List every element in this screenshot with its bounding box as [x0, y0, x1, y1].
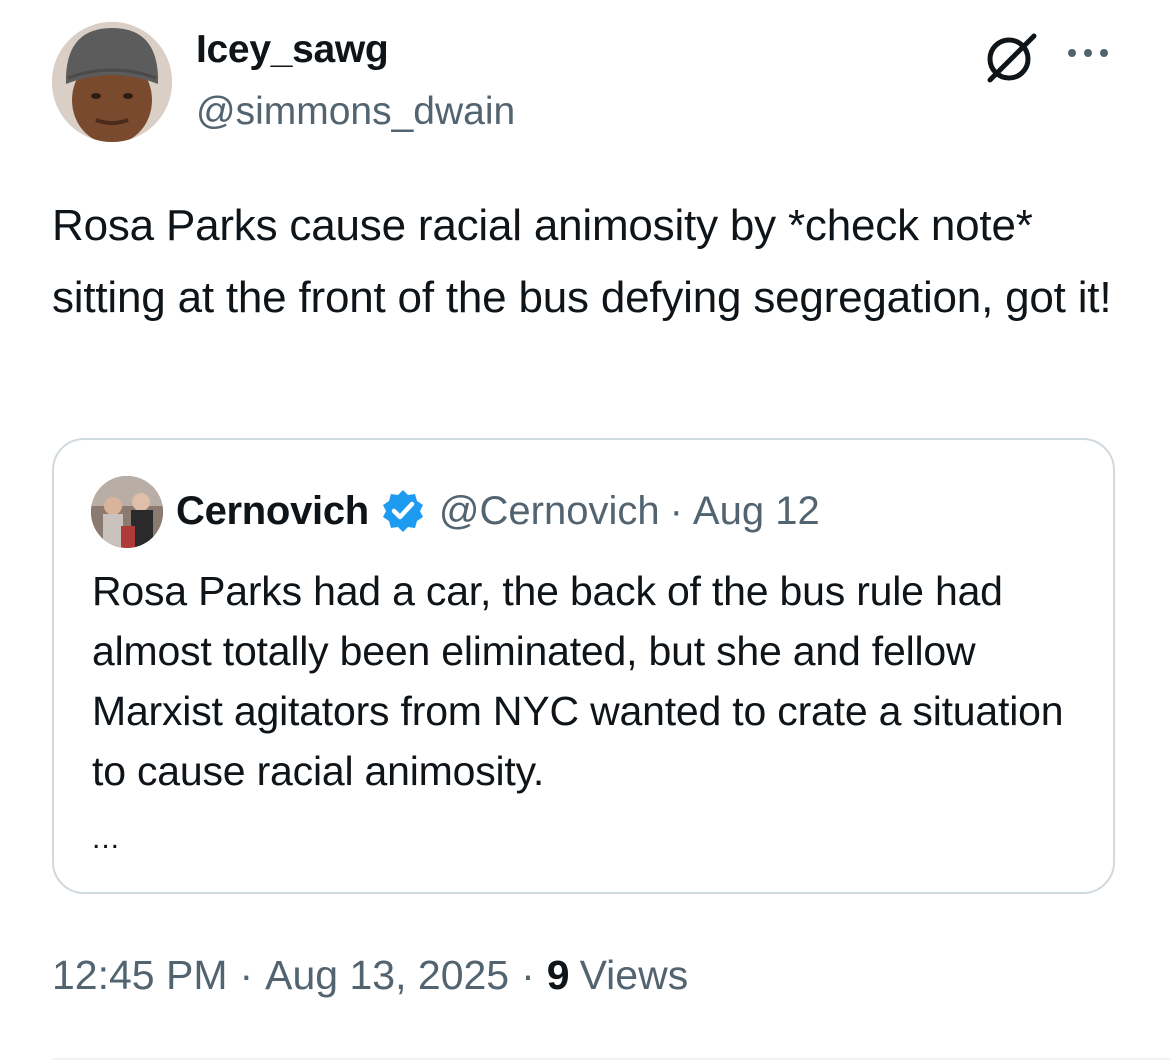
views-count[interactable]: 9 — [547, 952, 570, 999]
tweet-meta: 12:45 PM · Aug 13, 2025 · 9 Views — [52, 952, 688, 999]
quoted-tweet-header: Cernovich @Cernovich · Aug 12 — [176, 486, 820, 536]
author-display-name[interactable]: Icey_sawg — [196, 28, 389, 72]
verified-badge-icon — [379, 487, 427, 535]
tweet-date[interactable]: Aug 13, 2025 — [265, 952, 509, 999]
meta-separator: · — [239, 952, 254, 998]
quoted-tweet-card[interactable]: Cernovich @Cernovich · Aug 12 Rosa Parks… — [52, 438, 1115, 894]
quoted-separator: · — [669, 488, 683, 533]
quoted-tweet-truncation: ... — [92, 822, 121, 855]
divider — [52, 1058, 1170, 1060]
tweet-time[interactable]: 12:45 PM — [52, 952, 228, 999]
author-handle[interactable]: @simmons_dwain — [196, 90, 515, 134]
tweet-text: Rosa Parks cause racial animosity by *ch… — [52, 201, 1112, 322]
more-icon[interactable] — [1060, 38, 1116, 68]
quoted-author-display-name[interactable]: Cernovich — [176, 489, 369, 534]
quoted-author-avatar[interactable] — [91, 476, 163, 548]
author-avatar[interactable] — [52, 22, 172, 142]
quoted-tweet-text: Rosa Parks had a car, the back of the bu… — [92, 568, 1064, 794]
grok-icon[interactable] — [982, 28, 1040, 86]
views-label[interactable]: Views — [580, 952, 689, 999]
quoted-tweet-date[interactable]: Aug 12 — [693, 489, 820, 534]
quoted-author-handle[interactable]: @Cernovich — [439, 489, 660, 534]
meta-separator: · — [521, 952, 535, 998]
